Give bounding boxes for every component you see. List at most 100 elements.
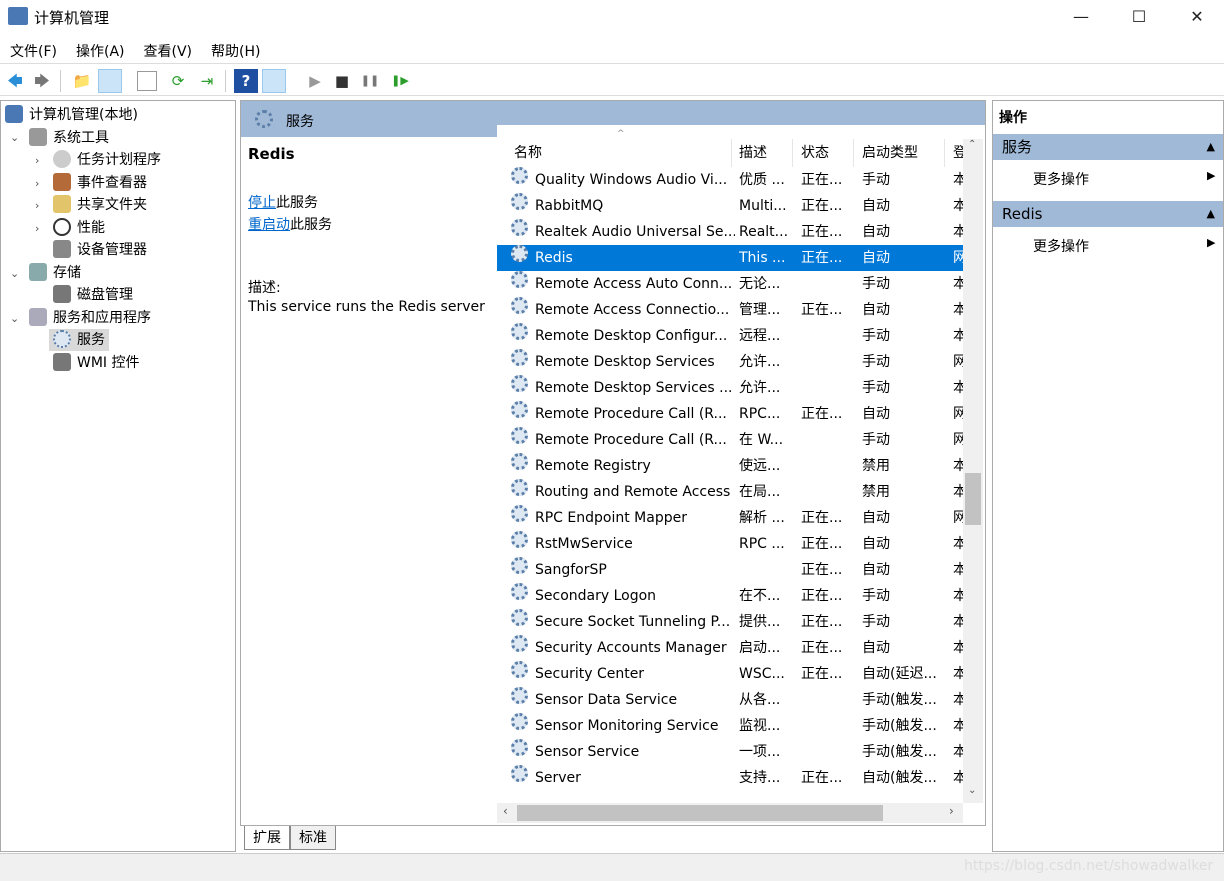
service-row[interactable]: Remote Procedure Call (R... RPC... 正在... 自动… bbox=[497, 401, 963, 427]
restart-service-icon[interactable]: ❚▶ bbox=[388, 69, 412, 93]
tree-item-shared-folders[interactable]: 共享文件夹 bbox=[53, 194, 147, 216]
row-logon: 本 bbox=[953, 224, 963, 240]
tree-item-root[interactable]: 计算机管理(本地) bbox=[5, 104, 138, 126]
scroll-right-icon[interactable]: › bbox=[949, 804, 954, 818]
actions-section-services[interactable]: 服务 ▲ bbox=[993, 134, 1223, 160]
gear-icon bbox=[511, 167, 528, 184]
menu-file[interactable]: 文件(F) bbox=[0, 36, 66, 61]
service-row[interactable]: RPC Endpoint Mapper 解析 ... 正在... 自动网 bbox=[497, 505, 963, 531]
row-name: Sensor Monitoring Service bbox=[535, 718, 719, 734]
row-startup-type: 自动 bbox=[862, 536, 890, 552]
gear-icon bbox=[511, 297, 528, 314]
actions-section-redis[interactable]: Redis ▲ bbox=[993, 201, 1223, 227]
show-action-pane-icon[interactable] bbox=[262, 69, 286, 93]
pause-service-icon[interactable]: ❚❚ bbox=[358, 69, 382, 93]
gear-icon bbox=[511, 583, 528, 600]
service-row[interactable]: Remote Registry 使远... 禁用 本 bbox=[497, 453, 963, 479]
scroll-thumb[interactable] bbox=[965, 473, 981, 525]
service-row[interactable]: Secure Socket Tunneling P... 提供... 正在... 手动… bbox=[497, 609, 963, 635]
tree-item-wmi[interactable]: WMI 控件 bbox=[53, 352, 140, 374]
collapse-arrow-icon[interactable]: › bbox=[35, 177, 39, 190]
start-service-icon[interactable]: ▶ bbox=[303, 69, 327, 93]
service-row[interactable]: Secondary Logon 在不... 正在... 手动本 bbox=[497, 583, 963, 609]
row-description: 在 W... bbox=[739, 432, 784, 448]
service-row[interactable]: Sensor Data Service 从各... 手动(触发... 本 bbox=[497, 687, 963, 713]
service-row[interactable]: Sensor Monitoring Service 监视... 手动(触发... 本 bbox=[497, 713, 963, 739]
service-row[interactable]: Security Center WSC... 正在... 自动(延迟... 本 bbox=[497, 661, 963, 687]
gear-icon bbox=[511, 323, 528, 340]
export-list-icon[interactable]: ⇥ bbox=[195, 69, 219, 93]
tree-item-storage[interactable]: 存储 bbox=[29, 262, 81, 284]
show-hide-tree-icon[interactable] bbox=[98, 69, 122, 93]
service-row[interactable]: Routing and Remote Access 在局... 禁用 本 bbox=[497, 479, 963, 505]
horizontal-scrollbar[interactable]: ‹ › bbox=[497, 803, 963, 823]
tree-item-event-viewer[interactable]: 事件查看器 bbox=[53, 172, 147, 194]
more-actions-redis[interactable]: 更多操作 bbox=[1033, 236, 1089, 256]
tab-extended[interactable]: 扩展 bbox=[244, 826, 290, 850]
expand-arrow-icon[interactable]: ⌄ bbox=[10, 267, 19, 280]
back-icon[interactable]: 🡄 bbox=[3, 69, 27, 93]
service-row[interactable]: RstMwService RPC ... 正在... 自动本 bbox=[497, 531, 963, 557]
service-row[interactable]: Realtek Audio Universal Se... Realt... 正在.… bbox=[497, 219, 963, 245]
service-detail: Redis 停止此服务 重启动此服务 描述: This service runs… bbox=[241, 137, 497, 825]
column-header-name[interactable]: 名称 bbox=[497, 139, 732, 167]
service-row[interactable]: Remote Procedure Call (R... 在 W... 手动 网 bbox=[497, 427, 963, 453]
tree-item-performance[interactable]: 性能 bbox=[53, 217, 105, 239]
row-logon: 本 bbox=[953, 744, 963, 760]
service-row[interactable]: Server 支持... 正在... 自动(触发... 本 bbox=[497, 765, 963, 791]
properties-icon[interactable] bbox=[137, 71, 157, 91]
menu-action[interactable]: 操作(A) bbox=[66, 36, 134, 61]
tree-item-services[interactable]: 服务 bbox=[49, 329, 109, 351]
maximize-button[interactable]: ☐ bbox=[1116, 0, 1162, 34]
column-header-status[interactable]: 状态 bbox=[793, 139, 854, 167]
row-name: Remote Procedure Call (R... bbox=[535, 406, 727, 422]
refresh-icon[interactable]: ⟳ bbox=[166, 69, 190, 93]
service-row[interactable]: SangforSP 正在... 自动本 bbox=[497, 557, 963, 583]
close-button[interactable]: ✕ bbox=[1174, 0, 1220, 34]
tree-item-device-manager[interactable]: 设备管理器 bbox=[53, 239, 147, 261]
restart-suffix: 此服务 bbox=[290, 217, 332, 233]
scroll-up-icon[interactable]: ⌃ bbox=[968, 139, 976, 150]
up-folder-icon[interactable]: 📁 bbox=[70, 69, 94, 93]
collapse-arrow-icon[interactable]: › bbox=[35, 222, 39, 235]
scroll-down-icon[interactable]: ⌄ bbox=[968, 785, 976, 796]
service-row[interactable]: Remote Access Connectio... 管理... 正在... 自动本 bbox=[497, 297, 963, 323]
row-startup-type: 自动 bbox=[862, 250, 890, 266]
minimize-button[interactable]: — bbox=[1058, 0, 1104, 34]
more-actions-services[interactable]: 更多操作 bbox=[1033, 169, 1089, 189]
tree-item-services-apps[interactable]: 服务和应用程序 bbox=[29, 307, 151, 329]
service-row[interactable]: Remote Access Auto Conn... 无论... 手动 本 bbox=[497, 271, 963, 297]
scroll-left-icon[interactable]: ‹ bbox=[503, 804, 508, 818]
collapse-icon[interactable]: ▲ bbox=[1207, 201, 1215, 227]
service-row[interactable]: Remote Desktop Services 允许... 手动 网 bbox=[497, 349, 963, 375]
help-icon[interactable]: ? bbox=[234, 69, 258, 93]
service-row[interactable]: RabbitMQ Multi... 正在... 自动本 bbox=[497, 193, 963, 219]
column-header-logon[interactable]: 登 bbox=[945, 139, 967, 167]
menu-view[interactable]: 查看(V) bbox=[134, 36, 202, 61]
collapse-arrow-icon[interactable]: › bbox=[35, 154, 39, 167]
hscroll-thumb[interactable] bbox=[517, 805, 883, 821]
vertical-scrollbar[interactable]: ⌃ ⌄ bbox=[963, 139, 983, 803]
service-row[interactable]: Remote Desktop Services ... 允许... 手动 本 bbox=[497, 375, 963, 401]
forward-icon[interactable]: 🡆 bbox=[30, 69, 54, 93]
column-header-description[interactable]: 描述 bbox=[732, 139, 793, 167]
tree-item-task-scheduler[interactable]: 任务计划程序 bbox=[53, 149, 161, 171]
stop-service-link[interactable]: 停止 bbox=[248, 195, 276, 211]
tab-standard[interactable]: 标准 bbox=[290, 826, 336, 850]
stop-service-icon[interactable]: ■ bbox=[330, 69, 354, 93]
row-name: Redis bbox=[535, 250, 573, 266]
service-row[interactable]: Quality Windows Audio Vi... 优质 ... 正在... 手动… bbox=[497, 167, 963, 193]
service-row[interactable]: Remote Desktop Configur... 远程... 手动 本 bbox=[497, 323, 963, 349]
expand-arrow-icon[interactable]: ⌄ bbox=[10, 131, 19, 144]
menu-help[interactable]: 帮助(H) bbox=[201, 36, 269, 61]
expand-arrow-icon[interactable]: ⌄ bbox=[10, 312, 19, 325]
tree-item-disk-management[interactable]: 磁盘管理 bbox=[53, 284, 133, 306]
collapse-icon[interactable]: ▲ bbox=[1207, 134, 1215, 160]
column-header-startup-type[interactable]: 启动类型 bbox=[854, 139, 945, 167]
service-row[interactable]: Sensor Service 一项... 手动(触发... 本 bbox=[497, 739, 963, 765]
collapse-arrow-icon[interactable]: › bbox=[35, 199, 39, 212]
restart-service-link[interactable]: 重启动 bbox=[248, 217, 290, 233]
tree-item-system-tools[interactable]: 系统工具 bbox=[29, 127, 109, 149]
service-row[interactable]: Redis This ... 正在... 自动网 bbox=[497, 245, 963, 271]
service-row[interactable]: Security Accounts Manager 启动... 正在... 自动本 bbox=[497, 635, 963, 661]
